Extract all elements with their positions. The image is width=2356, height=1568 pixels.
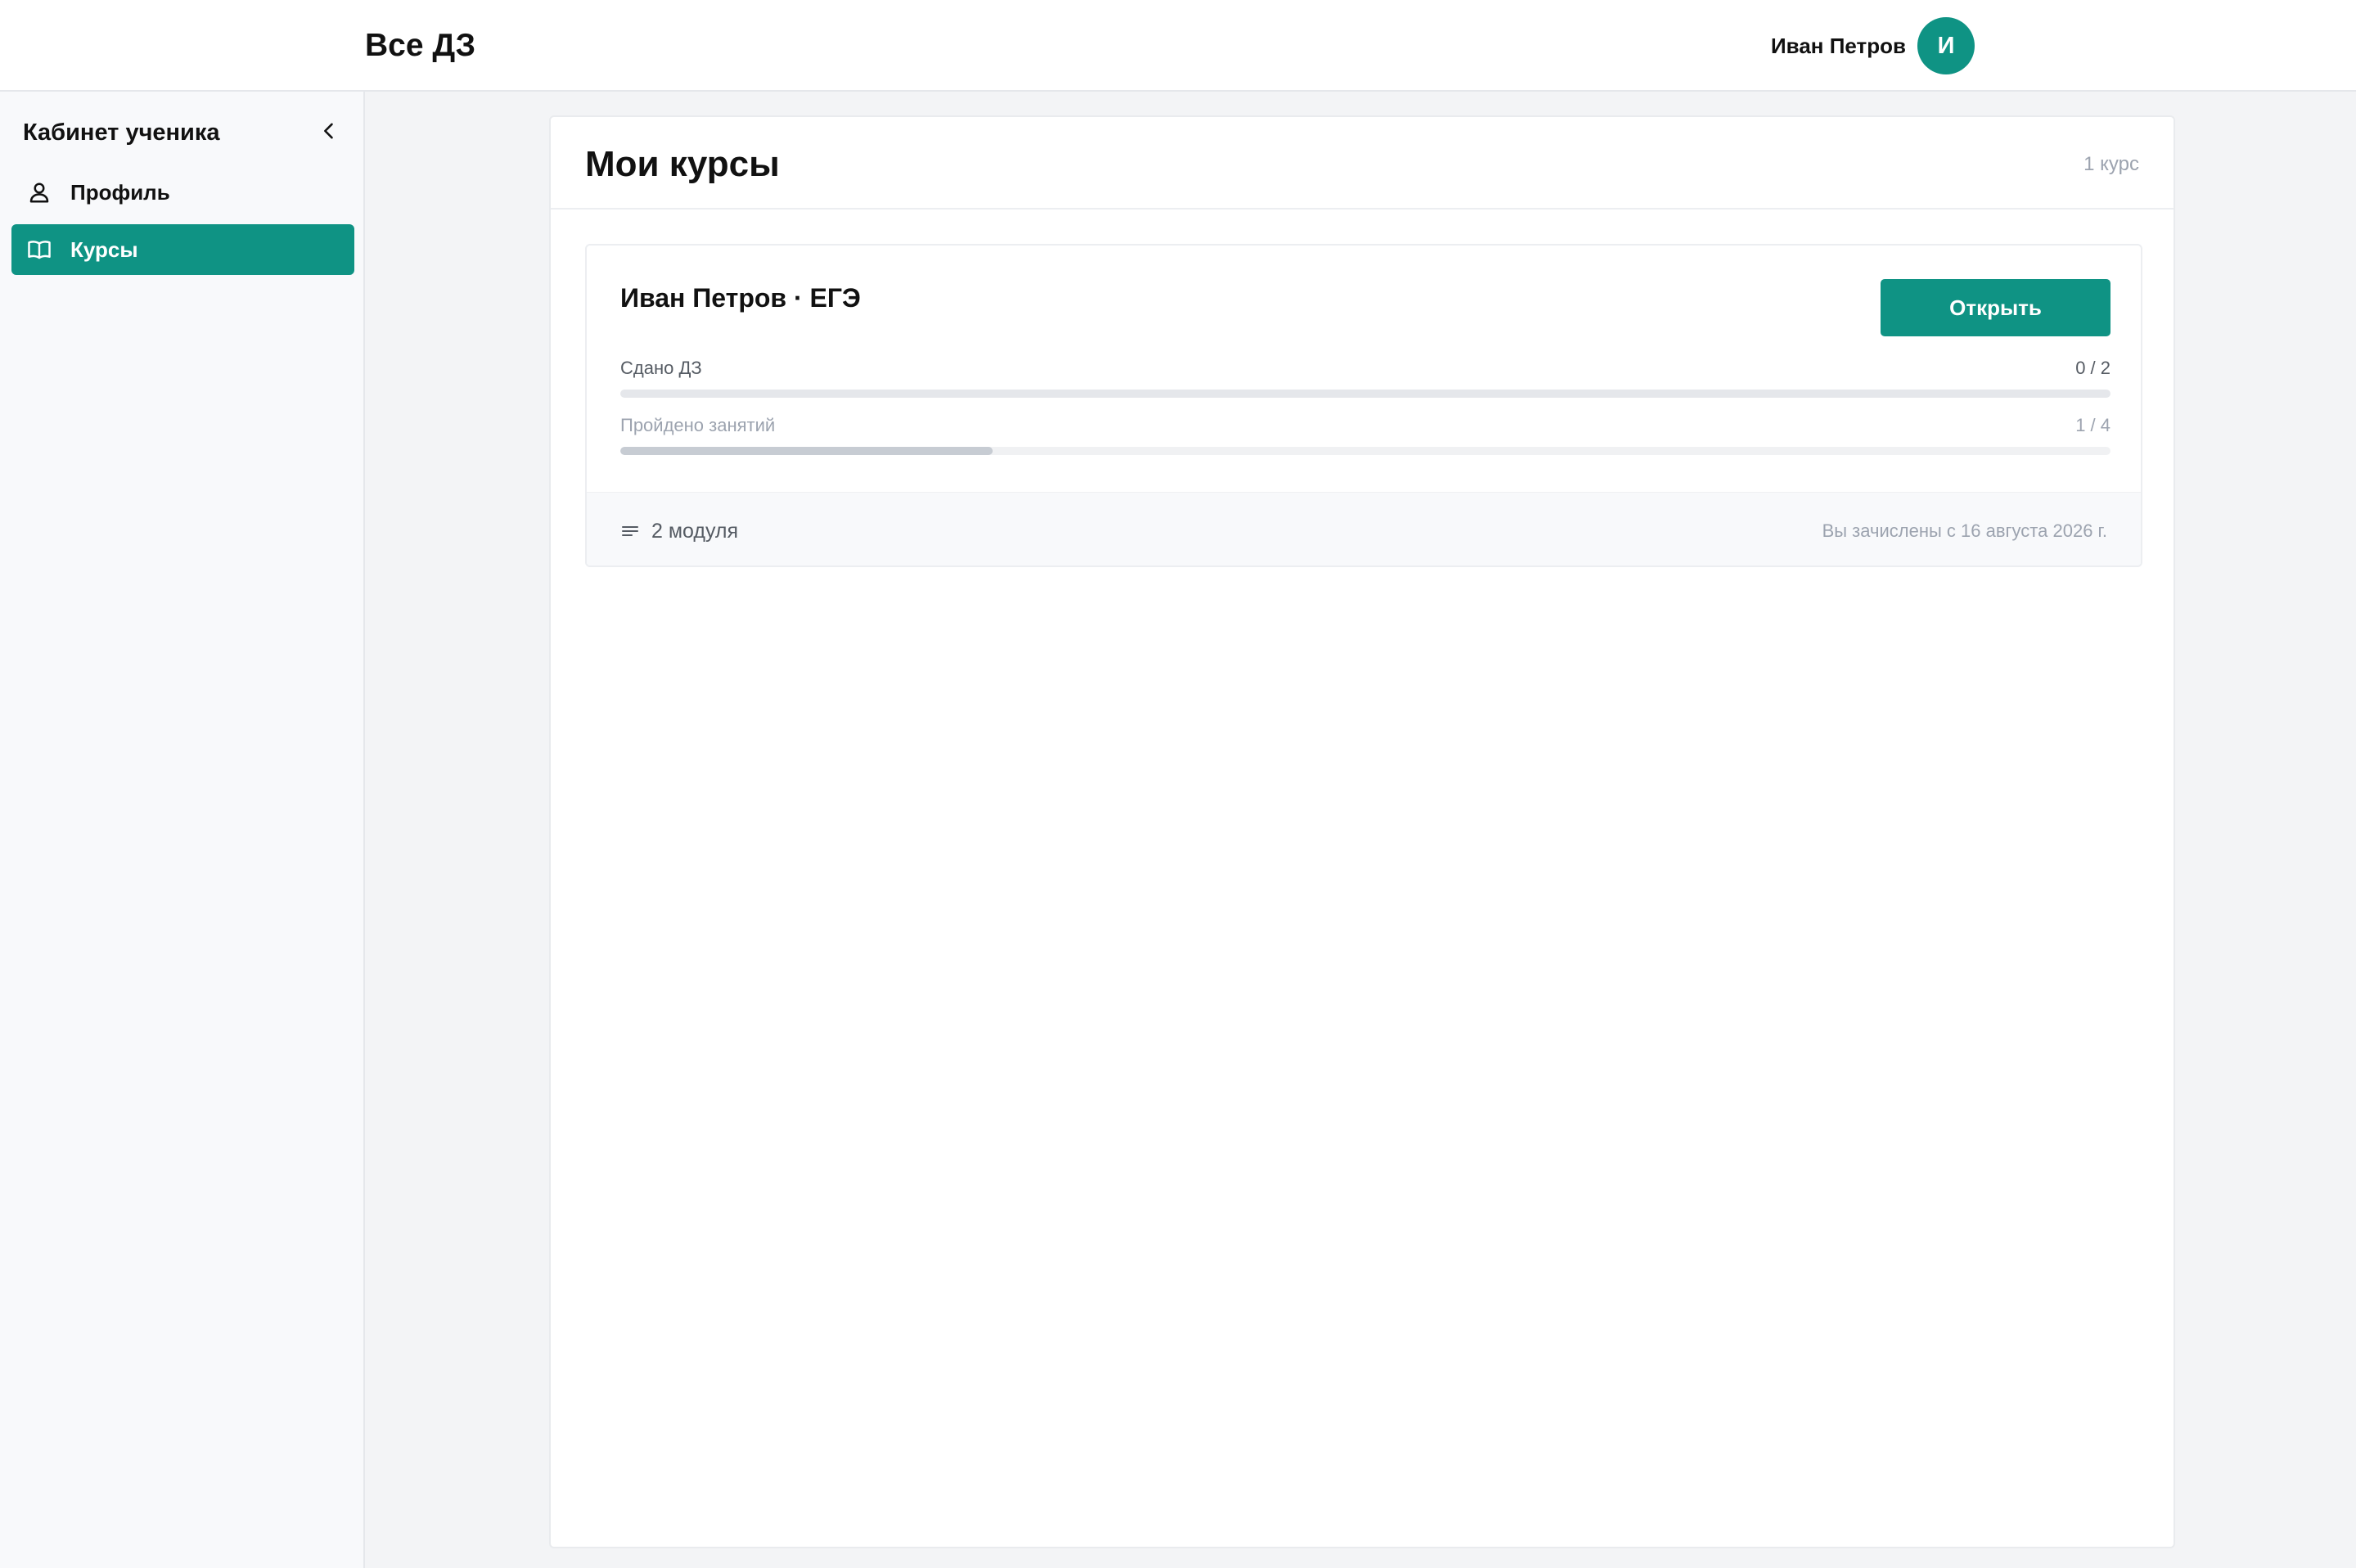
avatar[interactable]: И [1917, 17, 1975, 74]
lessons-progress-bar [620, 447, 2110, 455]
course-footer: 2 модуля Вы зачислены с 16 августа 2026 … [587, 492, 2141, 565]
sidebar-item-label: Профиль [70, 180, 170, 205]
course-count: 1 курс [2083, 153, 2139, 175]
course-title: Иван Петров · ЕГЭ [620, 283, 861, 313]
main-content: Мои курсы 1 курс Иван Петров · ЕГЭ Откры… [549, 115, 2175, 1548]
enrolled-date: Вы зачислены с 16 августа 2026 г. [1822, 520, 2107, 541]
page-title: Мои курсы [585, 144, 780, 184]
collapse-sidebar-button[interactable] [311, 115, 347, 151]
page-header-title: Все ДЗ [365, 28, 476, 63]
list-lines-icon [620, 521, 640, 541]
homework-progress-bar [620, 390, 2110, 398]
lessons-progress-value: 1 / 4 [2075, 415, 2110, 435]
modules-count: 2 модуля [620, 516, 738, 546]
course-card: Иван Петров · ЕГЭ Открыть Сдано ДЗ 0 / 2… [585, 244, 2142, 567]
chevron-left-icon [318, 119, 340, 146]
open-course-button[interactable]: Открыть [1881, 279, 2110, 336]
book-open-icon [25, 235, 54, 264]
top-header: Все ДЗ Иван Петров И [0, 0, 2356, 92]
sidebar: Кабинет ученика Профиль Курсы [0, 92, 365, 1568]
lessons-progress-fill [620, 447, 993, 455]
sidebar-item-label: Курсы [70, 237, 138, 262]
user-icon [25, 178, 54, 207]
user-name[interactable]: Иван Петров [1771, 29, 1906, 62]
sidebar-title: Кабинет ученика [23, 119, 220, 146]
sidebar-item-profile[interactable]: Профиль [11, 167, 354, 218]
sidebar-item-courses[interactable]: Курсы [11, 224, 354, 275]
lessons-progress-label: Пройдено занятий [620, 415, 776, 435]
homework-progress-value: 0 / 2 [2075, 358, 2110, 378]
modules-count-text: 2 модуля [651, 520, 739, 543]
avatar-initial: И [1937, 32, 1955, 59]
homework-progress-label: Сдано ДЗ [620, 358, 702, 378]
main-header: Мои курсы 1 курс [551, 117, 2174, 210]
